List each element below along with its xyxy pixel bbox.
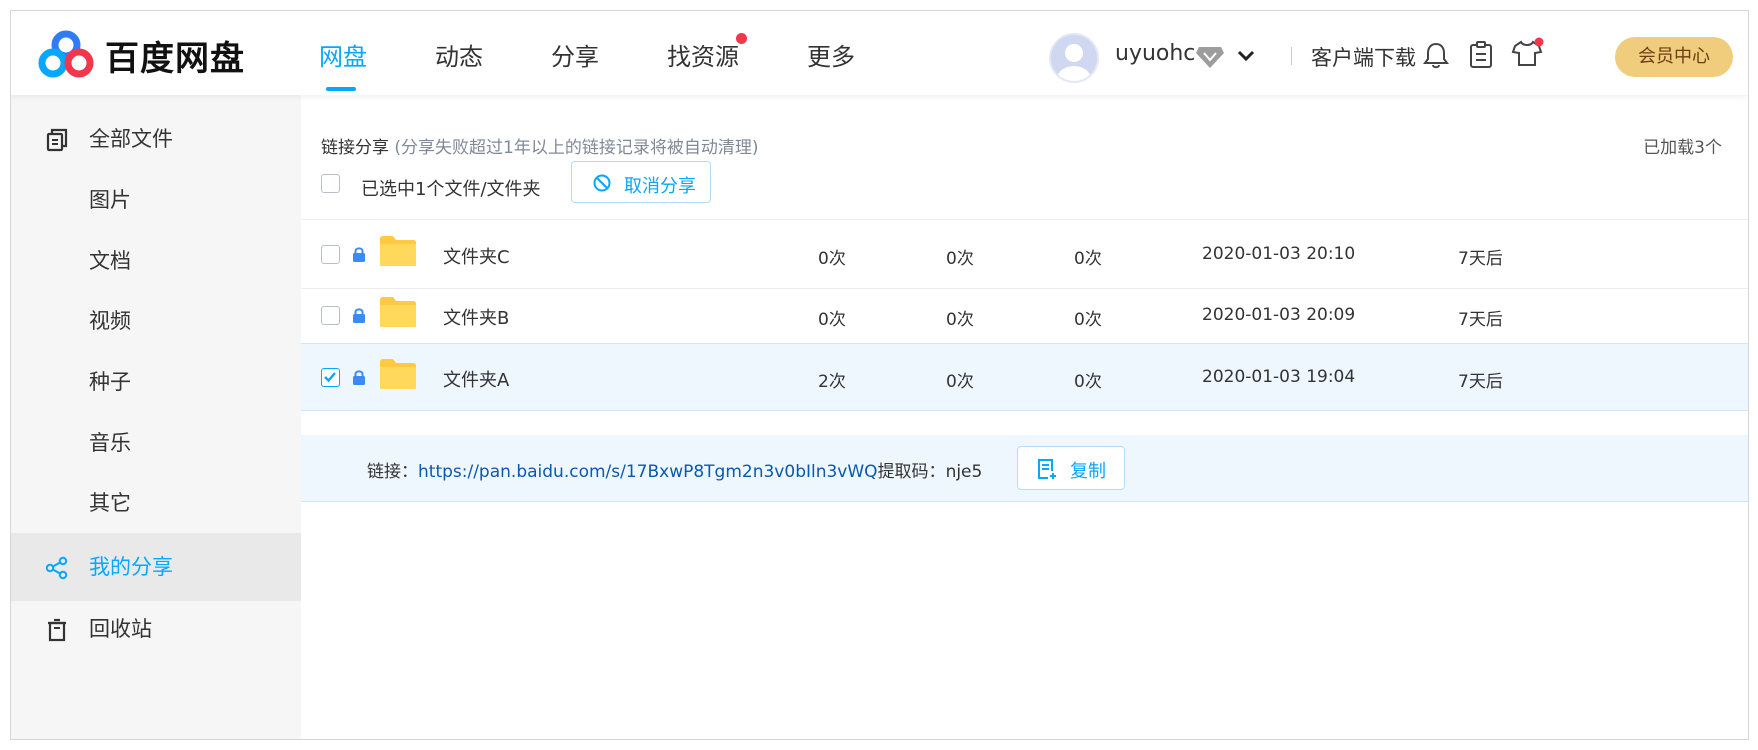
file-name[interactable]: 文件夹C [443, 243, 510, 269]
file-name[interactable]: 文件夹A [443, 366, 509, 392]
share-icon [45, 556, 68, 580]
save-count: 0次 [946, 249, 974, 269]
table-row[interactable]: 文件夹C 0次 0次 0次 2020-01-03 20:10 7天后 [301, 221, 1748, 289]
view-count: 0次 [818, 310, 846, 330]
sidebar-item-my-share[interactable]: 我的分享 [11, 533, 301, 601]
cancel-share-button[interactable]: 取消分享 [571, 161, 711, 203]
save-count: 0次 [946, 310, 974, 330]
cancel-share-label: 取消分享 [624, 176, 696, 197]
share-link-row: 链接：https://pan.baidu.com/s/17BxwP8Tgm2n3… [301, 435, 1748, 502]
sidebar-item-label: 全部文件 [89, 127, 173, 151]
share-link-url[interactable]: https://pan.baidu.com/s/17BxwP8Tgm2n3v0b… [418, 462, 878, 482]
section-title: 链接分享 [321, 138, 389, 158]
extraction-code: nje5 [945, 462, 983, 482]
copy-icon [1038, 459, 1056, 479]
code-label: 提取码： [877, 462, 946, 482]
sidebar-item-label: 种子 [89, 370, 131, 394]
nav-activity[interactable]: 动态 [435, 37, 483, 72]
vip-center-button[interactable]: 会员中心 [1615, 37, 1733, 77]
row-checkbox[interactable] [321, 245, 340, 264]
lock-icon [353, 247, 365, 262]
checkmark-icon [324, 372, 336, 383]
expire-time: 7天后 [1458, 249, 1503, 269]
sidebar-item-label: 我的分享 [89, 555, 173, 579]
lock-icon [353, 370, 365, 385]
table-row-selected[interactable]: 文件夹A 2次 0次 0次 2020-01-03 19:04 7天后 [301, 343, 1748, 411]
selection-text: 已选中1个文件/文件夹 [361, 179, 541, 200]
cancel-icon [593, 174, 611, 192]
file-name[interactable]: 文件夹B [443, 304, 509, 330]
notification-dot [736, 33, 747, 44]
sidebar-item-other[interactable]: 其它 [11, 469, 301, 537]
share-link-text: 链接：https://pan.baidu.com/s/17BxwP8Tgm2n3… [367, 457, 982, 482]
sidebar-item-torrents[interactable]: 种子 [11, 348, 301, 416]
app-window: 百度网盘 网盘 动态 分享 找资源 更多 uyuohc 客户端下载 会员中心 全… [10, 10, 1749, 740]
client-download-link[interactable]: 客户端下载 [1311, 42, 1416, 72]
view-count: 0次 [818, 249, 846, 269]
sidebar: 全部文件 图片 文档 视频 种子 音乐 其它 我的分享 回收站 [11, 95, 301, 739]
header-divider [1291, 47, 1292, 65]
share-time: 2020-01-03 20:09 [1202, 305, 1356, 325]
baidu-netdisk-logo[interactable]: 百度网盘 [35, 29, 245, 81]
folder-icon [380, 297, 416, 327]
sidebar-item-music[interactable]: 音乐 [11, 409, 301, 477]
trash-icon [48, 618, 66, 642]
sidebar-item-label: 文档 [89, 249, 131, 273]
row-checkbox[interactable] [321, 306, 340, 325]
copy-link-button[interactable]: 复制 [1017, 446, 1125, 490]
main-content: 链接分享 (分享失败超过1年以上的链接记录将被自动清理) 已加载3个 已选中1个… [301, 95, 1748, 739]
sidebar-item-documents[interactable]: 文档 [11, 227, 301, 295]
sidebar-item-recycle-bin[interactable]: 回收站 [11, 595, 301, 663]
bell-icon[interactable] [1423, 41, 1449, 69]
vip-diamond-icon [1196, 47, 1224, 68]
folder-icon [380, 359, 416, 389]
sidebar-item-label: 回收站 [89, 617, 152, 641]
avatar-icon [1057, 44, 1091, 81]
nav-active-indicator [326, 87, 356, 91]
logo-icon [38, 30, 94, 78]
top-header: 百度网盘 网盘 动态 分享 找资源 更多 uyuohc 客户端下载 会员中心 [11, 11, 1748, 95]
download-count: 0次 [1074, 249, 1102, 269]
expire-time: 7天后 [1458, 372, 1503, 392]
sidebar-item-videos[interactable]: 视频 [11, 287, 301, 355]
loaded-count: 已加载3个 [1643, 138, 1722, 158]
nav-share[interactable]: 分享 [551, 37, 599, 72]
clipboard-icon[interactable] [1469, 41, 1493, 69]
view-count: 2次 [818, 372, 846, 392]
row-checkbox-checked[interactable] [321, 368, 340, 387]
nav-find-resources[interactable]: 找资源 [667, 37, 739, 72]
nav-netdisk[interactable]: 网盘 [319, 37, 367, 72]
username[interactable]: uyuohc [1115, 41, 1195, 66]
sidebar-item-label: 其它 [89, 491, 131, 515]
page-title: 链接分享 (分享失败超过1年以上的链接记录将被自动清理) [321, 133, 759, 158]
sidebar-item-images[interactable]: 图片 [11, 166, 301, 234]
sidebar-item-all-files[interactable]: 全部文件 [11, 105, 301, 173]
sidebar-item-label: 音乐 [89, 431, 131, 455]
download-count: 0次 [1074, 372, 1102, 392]
files-icon [46, 128, 68, 152]
expire-time: 7天后 [1458, 310, 1503, 330]
sidebar-item-label: 图片 [89, 188, 131, 212]
share-time: 2020-01-03 19:04 [1202, 367, 1356, 387]
chevron-down-icon[interactable] [1237, 49, 1255, 63]
avatar[interactable] [1049, 33, 1099, 83]
folder-icon [380, 236, 416, 266]
download-count: 0次 [1074, 310, 1102, 330]
lock-icon [353, 308, 365, 323]
save-count: 0次 [946, 372, 974, 392]
copy-label: 复制 [1070, 461, 1106, 482]
cleanup-note: (分享失败超过1年以上的链接记录将被自动清理) [394, 138, 759, 158]
share-time: 2020-01-03 20:10 [1202, 244, 1356, 264]
select-all-checkbox[interactable] [321, 174, 340, 193]
table-row[interactable]: 文件夹B 0次 0次 0次 2020-01-03 20:09 7天后 [301, 282, 1748, 350]
tshirt-icon[interactable] [1511, 37, 1545, 69]
link-label: 链接： [367, 462, 418, 482]
nav-more[interactable]: 更多 [807, 37, 855, 72]
logo-text: 百度网盘 [105, 38, 245, 79]
list-top-divider [301, 219, 1748, 220]
sidebar-item-label: 视频 [89, 309, 131, 333]
